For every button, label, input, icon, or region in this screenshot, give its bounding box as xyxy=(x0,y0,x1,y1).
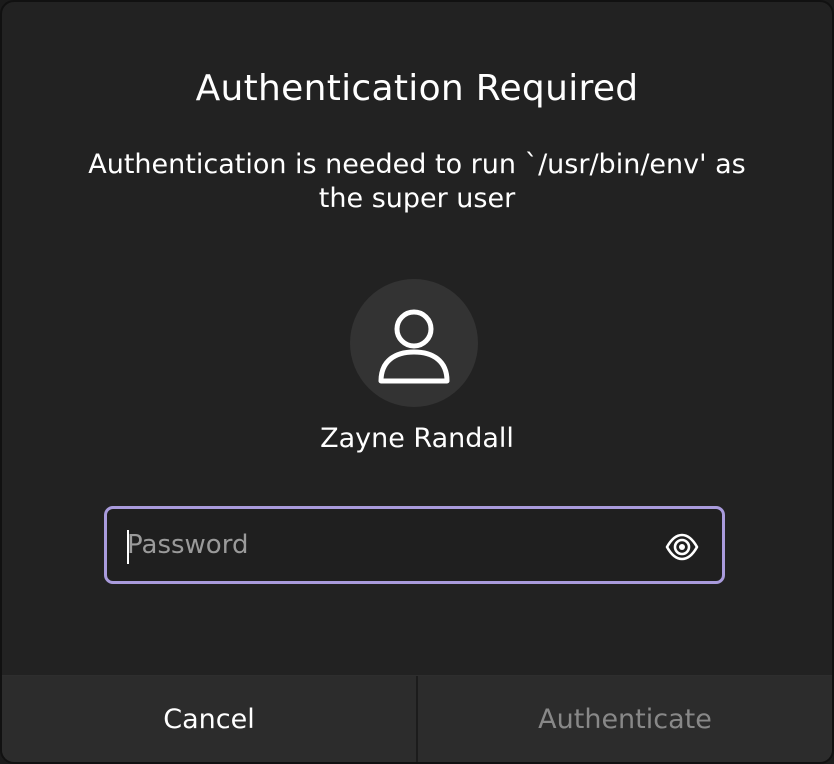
dialog-title: Authentication Required xyxy=(195,68,639,109)
user-icon xyxy=(378,309,450,384)
avatar xyxy=(350,279,478,407)
password-input[interactable] xyxy=(127,522,647,568)
text-caret xyxy=(127,530,129,564)
authenticate-button[interactable]: Authenticate xyxy=(418,676,832,762)
eye-icon[interactable] xyxy=(664,529,700,565)
password-field[interactable] xyxy=(104,506,725,584)
cancel-button[interactable]: Cancel xyxy=(2,676,418,762)
user-name: Zayne Randall xyxy=(320,423,514,454)
dialog-message: Authentication is needed to run `/usr/bi… xyxy=(88,149,746,214)
auth-dialog: Authentication Required Authentication i… xyxy=(0,0,834,764)
button-bar: Cancel Authenticate xyxy=(2,675,832,762)
